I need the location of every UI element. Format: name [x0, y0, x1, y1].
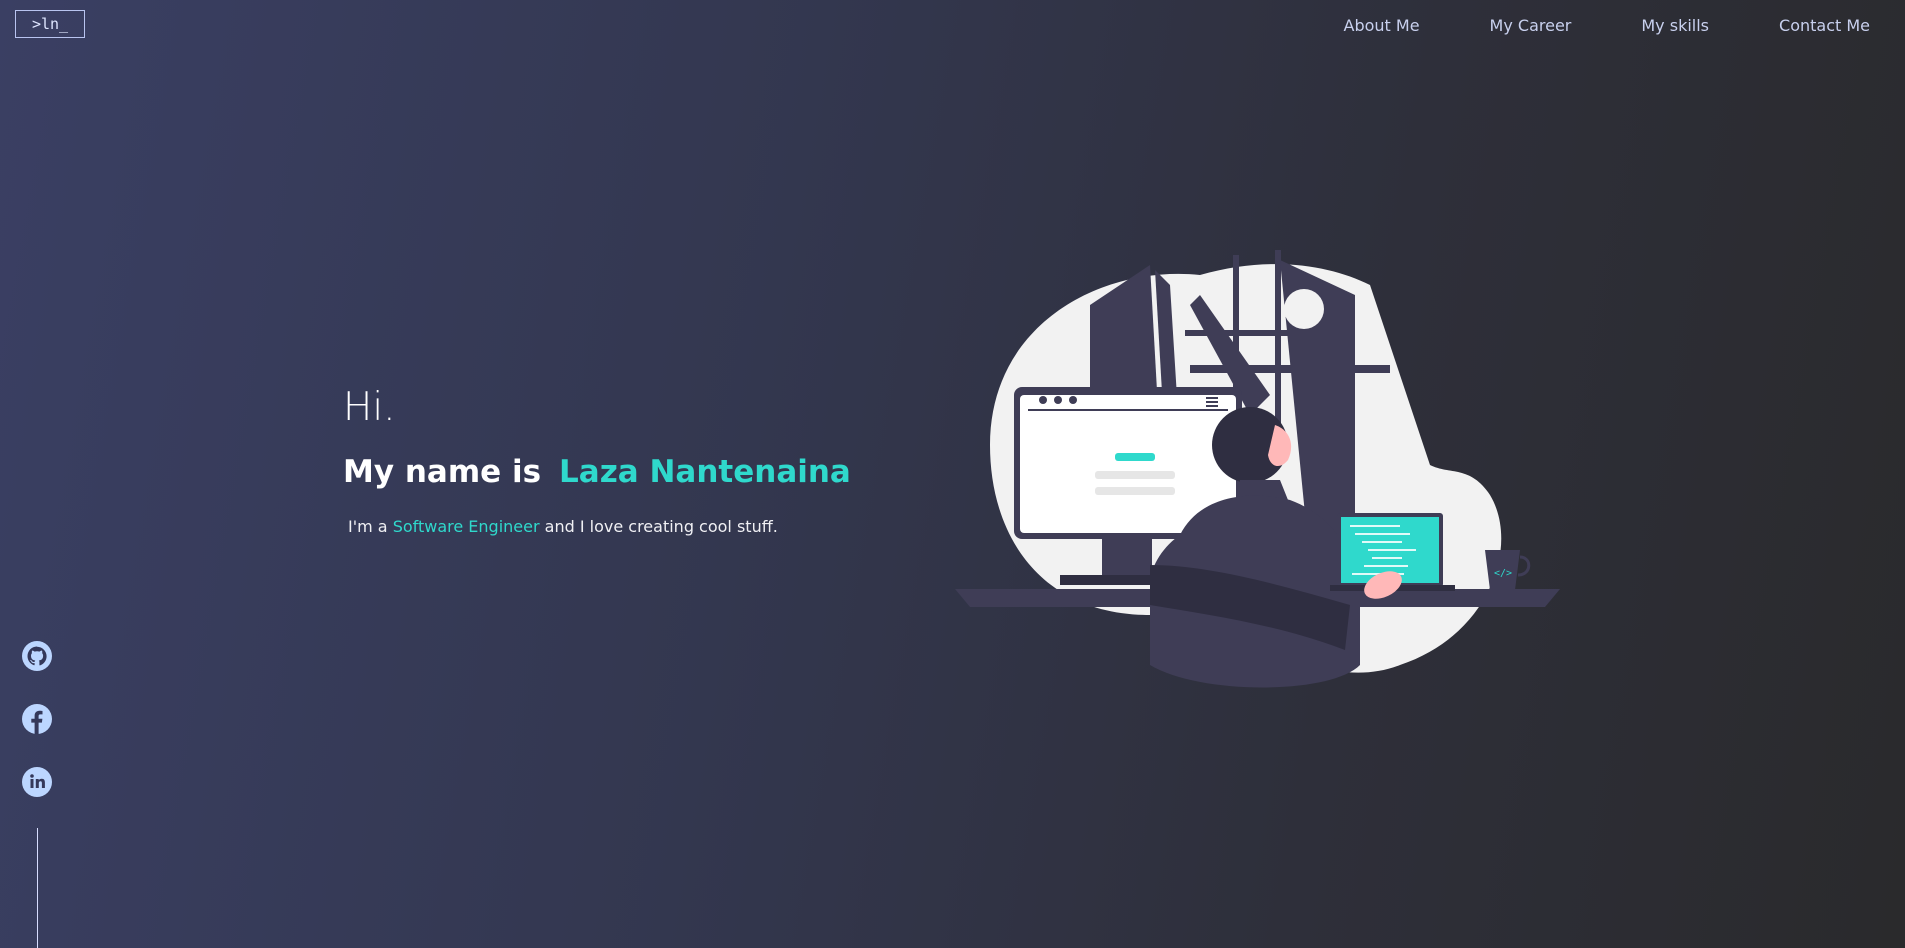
site-logo[interactable]: >ln_ [15, 10, 85, 38]
tagline: I'm a Software Engineer and I love creat… [348, 517, 843, 536]
nav-about-me[interactable]: About Me [1344, 16, 1420, 35]
tagline-prefix: I'm a [348, 516, 388, 536]
main-nav: About Me My Career My skills Contact Me [1309, 0, 1905, 50]
name-heading: My name is Laza Nantenaina [343, 453, 851, 491]
nav-my-career[interactable]: My Career [1490, 16, 1572, 35]
name-prefix: My name is [343, 453, 542, 490]
hero-section: Hi. My name is Laza Nantenaina I'm a Soft… [343, 385, 851, 536]
linkedin-icon[interactable] [21, 766, 53, 798]
greeting: Hi. [343, 385, 396, 430]
tagline-suffix: and I love creating cool stuff. [544, 516, 778, 536]
name-highlight: Laza Nantenaina [559, 453, 851, 490]
tagline-role: Software Engineer [392, 516, 540, 536]
nav-my-skills[interactable]: My skills [1641, 16, 1709, 35]
facebook-icon[interactable] [21, 703, 53, 735]
github-icon[interactable] [21, 640, 53, 672]
developer-illustration: </> [950, 245, 1570, 705]
social-divider-line [37, 828, 38, 948]
nav-contact-me[interactable]: Contact Me [1779, 16, 1870, 35]
social-links [21, 640, 53, 829]
svg-text:</>: </> [1494, 568, 1512, 579]
